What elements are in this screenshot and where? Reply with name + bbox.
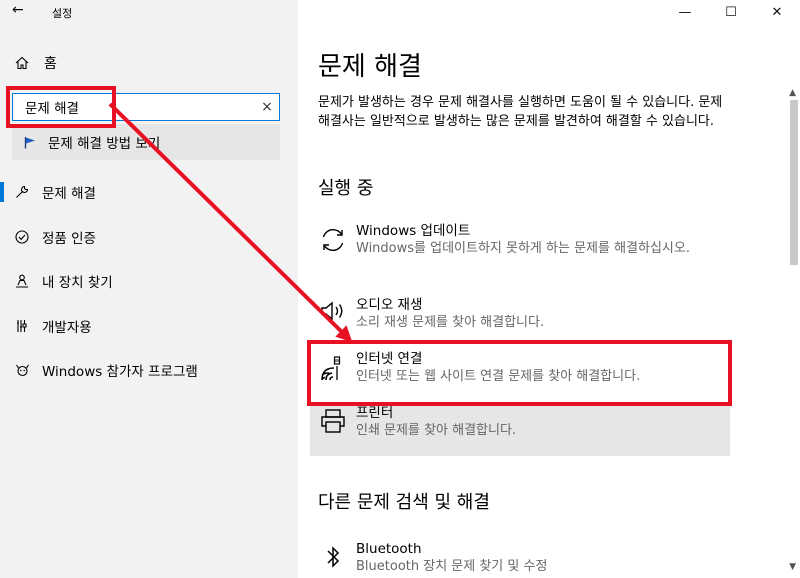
troubleshooter-title: 오디오 재생 [356,297,423,313]
home-label: 홈 [44,56,57,72]
sidebar-item-label: 정품 인증 [42,231,96,247]
sidebar-item-label: 개발자용 [42,320,92,336]
sidebar-item-find-my-device[interactable]: 내 장치 찾기 [0,266,298,296]
check-circle-icon [14,230,30,244]
troubleshooter-title: Windows 업데이트 [356,223,471,239]
bluetooth-icon [316,540,350,576]
troubleshooter-subtitle: Windows를 업데이트하지 못하게 하는 문제를 해결하십시오. [356,241,690,256]
clear-search-icon[interactable]: × [255,99,279,115]
troubleshooter-title: Bluetooth [356,541,422,557]
printer-icon [316,404,350,456]
sidebar-item-label: 내 장치 찾기 [42,275,113,291]
troubleshooter-printer[interactable]: 프린터 인쇄 문제를 찾아 해결합니다. [310,404,730,456]
sidebar-item-label: Windows 참가자 프로그램 [42,364,198,380]
annotation-box-internet [307,340,732,406]
troubleshooter-bluetooth[interactable]: Bluetooth Bluetooth 장치 문제 찾기 및 수정 [310,540,730,576]
troubleshooter-subtitle: Bluetooth 장치 문제 찾기 및 수정 [356,559,548,574]
troubleshooter-subtitle: 인쇄 문제를 찾아 해결합니다. [356,423,517,438]
home-link[interactable]: 홈 [14,52,57,74]
troubleshooter-audio-playback[interactable]: 오디오 재생 소리 재생 문제를 찾아 해결합니다. [310,296,730,332]
section-heading-other: 다른 문제 검색 및 해결 [318,492,490,513]
home-icon [14,56,30,70]
flag-icon [24,136,38,149]
troubleshooter-subtitle: 소리 재생 문제를 찾아 해결합니다. [356,315,545,330]
wrench-icon [14,185,30,199]
sidebar-item-for-developers[interactable]: 개발자용 [0,311,298,341]
maximize-button[interactable]: ☐ [708,0,754,24]
page-title: 문제 해결 [318,52,422,82]
minimize-button[interactable]: — [662,0,708,24]
scrollbar-thumb[interactable] [790,100,798,265]
insider-icon [14,363,30,377]
troubleshooter-title: 프린터 [356,405,394,421]
refresh-icon [316,222,350,258]
selected-indicator [0,182,4,202]
troubleshooter-windows-update[interactable]: Windows 업데이트 Windows를 업데이트하지 못하게 하는 문제를 … [310,222,730,258]
search-suggestion[interactable]: 문제 해결 방법 보기 [12,124,280,160]
annotation-box-search [6,86,116,128]
sidebar-item-label: 문제 해결 [42,186,96,202]
sidebar-item-troubleshoot[interactable]: 문제 해결 [0,177,298,207]
window-controls: — ☐ ✕ [662,0,800,24]
content-pane: — ☐ ✕ 문제 해결 문제가 발생하는 경우 문제 해결사를 실행하면 도움이… [298,0,800,578]
page-description: 문제가 발생하는 경우 문제 해결사를 실행하면 도움이 될 수 있습니다. 문… [318,95,723,129]
suggestion-label: 문제 해결 방법 보기 [48,136,161,152]
section-heading-running: 실행 중 [318,178,374,199]
person-location-icon [14,274,30,288]
speaker-icon [316,296,350,332]
sidebar-item-windows-insider[interactable]: Windows 참가자 프로그램 [0,355,298,385]
close-button[interactable]: ✕ [754,0,800,24]
title-bar: ← 설정 [0,0,298,24]
app-title: 설정 [52,7,73,20]
sidebar-item-activation[interactable]: 정품 인증 [0,222,298,252]
back-arrow-icon[interactable]: ← [12,2,24,18]
scroll-down-icon[interactable]: ▼ [789,562,796,572]
scroll-up-icon[interactable]: ▲ [789,88,796,98]
developer-tools-icon [14,319,30,333]
